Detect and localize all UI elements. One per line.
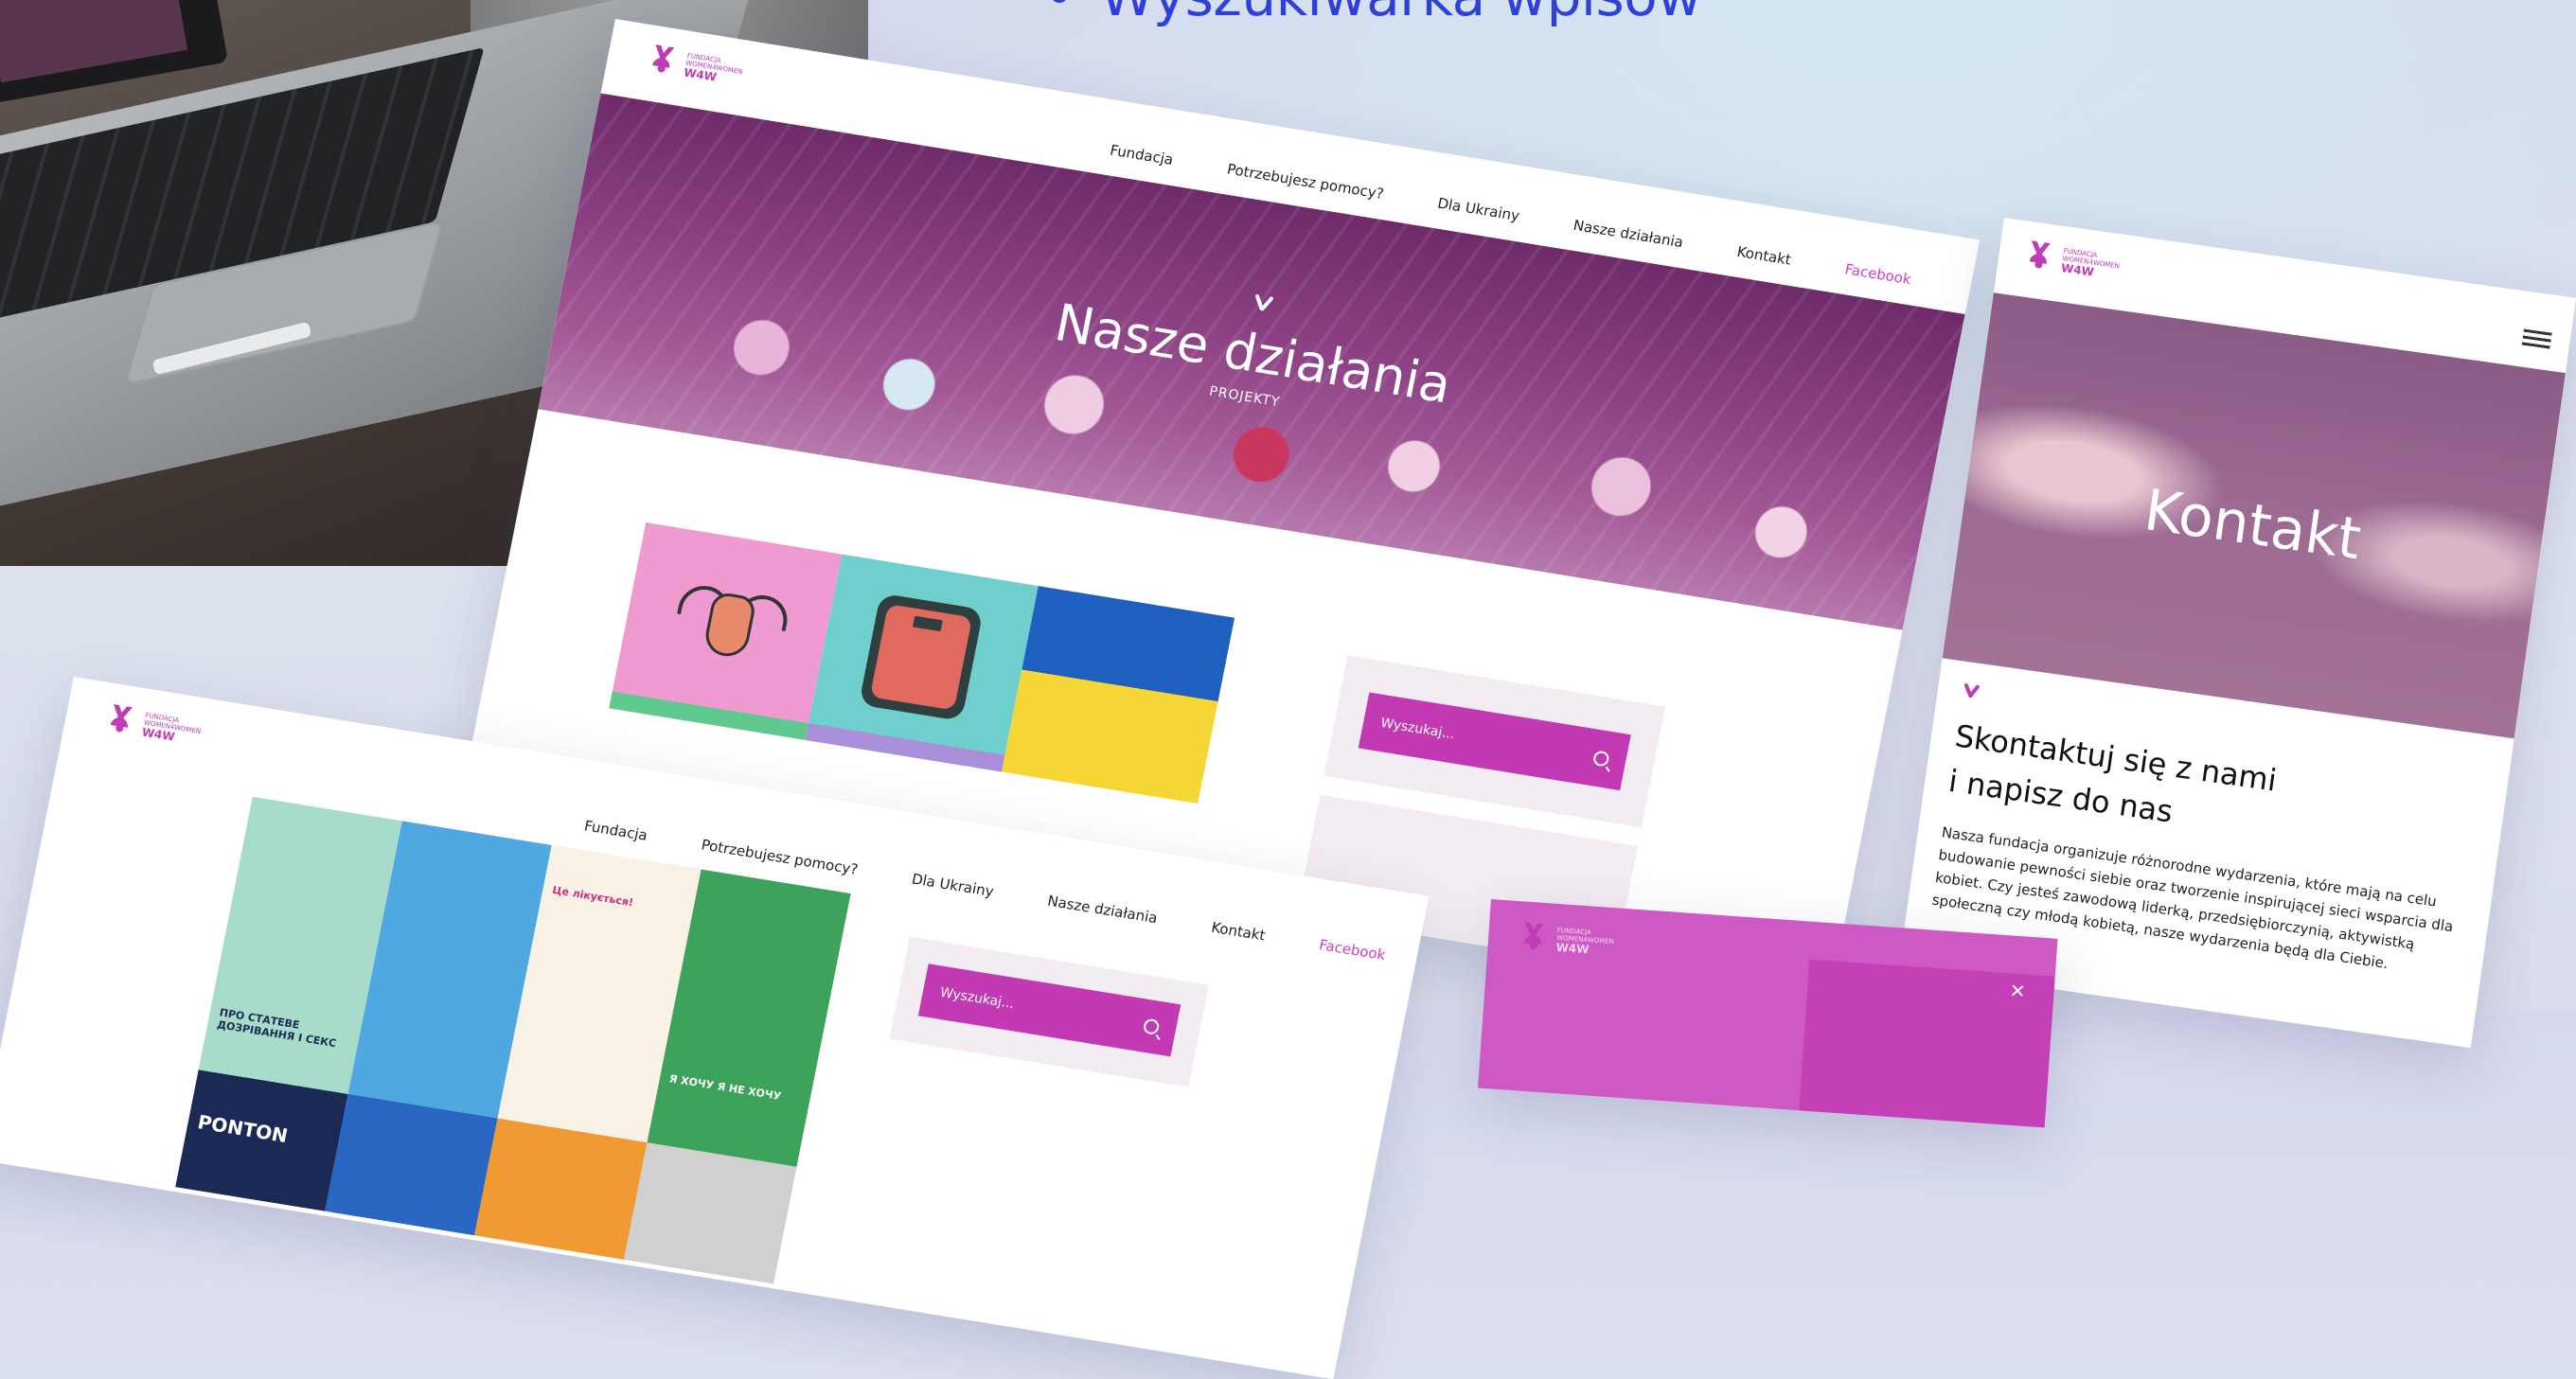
thumb-caption: ПРО СТАТЕВЕ ДОЗРІВАННЯ І СЕКС [216, 1006, 338, 1051]
search-placeholder: Wyszukaj... [1378, 715, 1456, 743]
nav-item-actions[interactable]: Nasze działania [1046, 893, 1159, 927]
nav-item-fundacja[interactable]: Fundacja [583, 817, 649, 843]
close-icon[interactable]: ✕ [2009, 979, 2026, 1002]
logo-flower-icon [2021, 238, 2057, 274]
uterus-icon [660, 566, 792, 686]
nav-item-facebook[interactable]: Facebook [1318, 936, 1387, 964]
logo-flower-icon [1516, 920, 1550, 954]
nav-item-contact[interactable]: Kontakt [1210, 919, 1267, 945]
nav-item-ukraine[interactable]: Dla Ukrainy [1436, 195, 1521, 225]
contact-hero-title: Kontakt [2140, 477, 2365, 574]
search-placeholder: Wyszukaj... [938, 984, 1016, 1013]
nav-item-fundacja[interactable]: Fundacja [1109, 142, 1175, 168]
project-tile-ukraine-flag[interactable] [1001, 586, 1235, 804]
site-logo[interactable]: FUNDACJA WOMEN4WOMEN W4W [643, 42, 745, 89]
site-logo[interactable]: FUNDACJA WOMEN4WOMEN W4W [2021, 238, 2122, 283]
scale-icon [858, 592, 984, 721]
project-tile-health[interactable] [609, 522, 843, 740]
project-thumbnails: ПРО СТАТЕВЕ ДОЗРІВАННЯ І СЕКС PONTON Це … [175, 796, 851, 1284]
section-heading: Wyszukiwarka wpisów [1051, 0, 1702, 28]
sidebar-search-box: Wyszukaj... [1324, 655, 1666, 828]
bullet-icon [1051, 0, 1068, 3]
project-tile-scale[interactable] [805, 554, 1039, 772]
sidebar-search-box: Wyszukaj... [889, 936, 1209, 1087]
nav-item-help[interactable]: Potrzebujesz pomocy? [700, 836, 860, 877]
search-icon [1591, 750, 1610, 768]
menu-icon[interactable] [2521, 328, 2552, 350]
logo-flower-icon [643, 42, 681, 79]
project-tiles [609, 522, 1235, 804]
search-input[interactable]: Wyszukaj... [917, 964, 1181, 1057]
sprout-icon [1251, 288, 1277, 313]
site-logo[interactable]: FUNDACJA WOMEN4WOMEN W4W [1516, 920, 1615, 959]
site-logo[interactable]: FUNDACJA WOMEN4WOMEN W4W [101, 701, 204, 749]
thumb-caption: Це лікується! [551, 883, 635, 910]
nav-item-contact[interactable]: Kontakt [1735, 243, 1792, 269]
nav-item-actions[interactable]: Nasze działania [1572, 217, 1684, 251]
search-icon [1142, 1017, 1161, 1035]
sprout-icon [1961, 681, 1981, 700]
nav-item-ukraine[interactable]: Dla Ukrainy [911, 870, 996, 900]
logo-flower-icon [101, 701, 139, 738]
thumb-footer: PONTON [195, 1110, 290, 1148]
contact-page-screenshot: FUNDACJA WOMEN4WOMEN W4W Kontakt Skontak… [1898, 218, 2576, 1049]
nav-item-help[interactable]: Potrzebujesz pomocy? [1226, 161, 1386, 203]
hero-subtitle: PROJEKTY [1207, 383, 1282, 411]
laptop-screen [0, 0, 228, 107]
thumb-caption: Я ХОЧУ Я НЕ ХОЧУ [667, 1072, 783, 1104]
logo-short: W4W [1555, 940, 1590, 957]
mobile-menu-screenshot: FUNDACJA WOMEN4WOMEN W4W ✕ [1478, 899, 2058, 1128]
contact-hero: Kontakt [1942, 292, 2566, 739]
heading-text: Wyszukiwarka wpisów [1100, 0, 1702, 28]
search-input[interactable]: Wyszukaj... [1358, 692, 1631, 791]
nav-item-facebook[interactable]: Facebook [1843, 260, 1912, 288]
